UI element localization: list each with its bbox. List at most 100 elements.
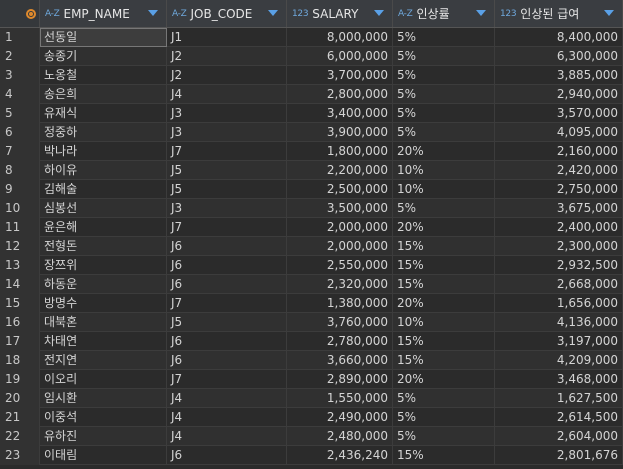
- cell-job-code[interactable]: J5: [167, 180, 287, 199]
- table-row[interactable]: 17 차태연 J6 2,780,000 15% 3,197,000: [0, 332, 623, 351]
- cell-raise-rate[interactable]: 20%: [393, 294, 495, 313]
- table-row[interactable]: 23 이태림 J6 2,436,240 15% 2,801,676: [0, 446, 623, 465]
- cell-raised-salary[interactable]: 2,614,500: [495, 408, 623, 427]
- cell-raised-salary[interactable]: 1,656,000: [495, 294, 623, 313]
- cell-job-code[interactable]: J6: [167, 351, 287, 370]
- cell-raise-rate[interactable]: 20%: [393, 370, 495, 389]
- row-number[interactable]: 16: [0, 313, 40, 332]
- row-number[interactable]: 3: [0, 66, 40, 85]
- cell-raised-salary[interactable]: 3,468,000: [495, 370, 623, 389]
- cell-salary[interactable]: 8,000,000: [287, 28, 393, 47]
- row-number[interactable]: 20: [0, 389, 40, 408]
- table-row[interactable]: 11 윤은해 J7 2,000,000 20% 2,400,000: [0, 218, 623, 237]
- table-row[interactable]: 18 전지연 J6 3,660,000 15% 4,209,000: [0, 351, 623, 370]
- row-number[interactable]: 6: [0, 123, 40, 142]
- cell-job-code[interactable]: J4: [167, 427, 287, 446]
- table-row[interactable]: 20 임시환 J4 1,550,000 5% 1,627,500: [0, 389, 623, 408]
- cell-job-code[interactable]: J7: [167, 294, 287, 313]
- table-row[interactable]: 4 송은희 J4 2,800,000 5% 2,940,000: [0, 85, 623, 104]
- table-row[interactable]: 14 하동운 J6 2,320,000 15% 2,668,000: [0, 275, 623, 294]
- cell-raise-rate[interactable]: 5%: [393, 85, 495, 104]
- cell-raise-rate[interactable]: 5%: [393, 28, 495, 47]
- cell-job-code[interactable]: J6: [167, 275, 287, 294]
- cell-salary[interactable]: 1,800,000: [287, 142, 393, 161]
- column-header-salary[interactable]: 123 SALARY: [287, 0, 393, 27]
- cell-job-code[interactable]: J4: [167, 389, 287, 408]
- table-row[interactable]: 12 전형돈 J6 2,000,000 15% 2,300,000: [0, 237, 623, 256]
- cell-job-code[interactable]: J4: [167, 408, 287, 427]
- cell-salary[interactable]: 1,380,000: [287, 294, 393, 313]
- cell-emp-name[interactable]: 전지연: [40, 351, 167, 370]
- cell-emp-name[interactable]: 방명수: [40, 294, 167, 313]
- sort-filter-icon[interactable]: [476, 10, 486, 16]
- sort-filter-icon[interactable]: [374, 10, 384, 16]
- table-row[interactable]: 22 유하진 J4 2,480,000 5% 2,604,000: [0, 427, 623, 446]
- cell-emp-name[interactable]: 심봉선: [40, 199, 167, 218]
- cell-raise-rate[interactable]: 15%: [393, 237, 495, 256]
- table-row[interactable]: 2 송종기 J2 6,000,000 5% 6,300,000: [0, 47, 623, 66]
- cell-job-code[interactable]: J2: [167, 66, 287, 85]
- sort-filter-icon[interactable]: [268, 10, 278, 16]
- cell-salary[interactable]: 2,000,000: [287, 218, 393, 237]
- cell-salary[interactable]: 6,000,000: [287, 47, 393, 66]
- table-row[interactable]: 16 대북혼 J5 3,760,000 10% 4,136,000: [0, 313, 623, 332]
- sort-filter-icon[interactable]: [604, 10, 614, 16]
- cell-salary[interactable]: 2,780,000: [287, 332, 393, 351]
- cell-raised-salary[interactable]: 6,300,000: [495, 47, 623, 66]
- cell-emp-name[interactable]: 전형돈: [40, 237, 167, 256]
- cell-raise-rate[interactable]: 10%: [393, 180, 495, 199]
- table-row[interactable]: 3 노옹철 J2 3,700,000 5% 3,885,000: [0, 66, 623, 85]
- sort-filter-icon[interactable]: [148, 10, 158, 16]
- cell-job-code[interactable]: J6: [167, 446, 287, 465]
- cell-raise-rate[interactable]: 20%: [393, 218, 495, 237]
- cell-raised-salary[interactable]: 3,885,000: [495, 66, 623, 85]
- cell-raised-salary[interactable]: 2,940,000: [495, 85, 623, 104]
- cell-emp-name[interactable]: 차태연: [40, 332, 167, 351]
- row-number[interactable]: 4: [0, 85, 40, 104]
- cell-raise-rate[interactable]: 15%: [393, 275, 495, 294]
- cell-salary[interactable]: 1,550,000: [287, 389, 393, 408]
- cell-job-code[interactable]: J7: [167, 370, 287, 389]
- row-number[interactable]: 14: [0, 275, 40, 294]
- cell-raised-salary[interactable]: 2,932,500: [495, 256, 623, 275]
- cell-salary[interactable]: 3,700,000: [287, 66, 393, 85]
- cell-raise-rate[interactable]: 5%: [393, 389, 495, 408]
- cell-raise-rate[interactable]: 15%: [393, 332, 495, 351]
- cell-emp-name[interactable]: 선동일: [40, 28, 167, 47]
- cell-job-code[interactable]: J6: [167, 332, 287, 351]
- row-number[interactable]: 7: [0, 142, 40, 161]
- cell-emp-name[interactable]: 하이유: [40, 161, 167, 180]
- cell-raised-salary[interactable]: 8,400,000: [495, 28, 623, 47]
- column-header-emp-name[interactable]: A-Z EMP_NAME: [40, 0, 167, 27]
- cell-salary[interactable]: 2,436,240: [287, 446, 393, 465]
- cell-raised-salary[interactable]: 2,750,000: [495, 180, 623, 199]
- cell-raise-rate[interactable]: 15%: [393, 256, 495, 275]
- cell-raised-salary[interactable]: 4,095,000: [495, 123, 623, 142]
- table-row[interactable]: 9 김해술 J5 2,500,000 10% 2,750,000: [0, 180, 623, 199]
- row-number[interactable]: 5: [0, 104, 40, 123]
- cell-raise-rate[interactable]: 5%: [393, 123, 495, 142]
- table-row[interactable]: 5 유재식 J3 3,400,000 5% 3,570,000: [0, 104, 623, 123]
- row-number[interactable]: 23: [0, 446, 40, 465]
- cell-raised-salary[interactable]: 3,197,000: [495, 332, 623, 351]
- cell-raised-salary[interactable]: 2,300,000: [495, 237, 623, 256]
- table-row[interactable]: 10 심봉선 J3 3,500,000 5% 3,675,000: [0, 199, 623, 218]
- cell-raised-salary[interactable]: 2,400,000: [495, 218, 623, 237]
- cell-raise-rate[interactable]: 15%: [393, 351, 495, 370]
- cell-job-code[interactable]: J4: [167, 85, 287, 104]
- cell-raise-rate[interactable]: 5%: [393, 66, 495, 85]
- row-number[interactable]: 21: [0, 408, 40, 427]
- cell-salary[interactable]: 2,320,000: [287, 275, 393, 294]
- table-row[interactable]: 8 하이유 J5 2,200,000 10% 2,420,000: [0, 161, 623, 180]
- cell-job-code[interactable]: J3: [167, 123, 287, 142]
- cell-raised-salary[interactable]: 2,160,000: [495, 142, 623, 161]
- cell-raise-rate[interactable]: 10%: [393, 161, 495, 180]
- table-row[interactable]: 21 이중석 J4 2,490,000 5% 2,614,500: [0, 408, 623, 427]
- cell-raised-salary[interactable]: 2,420,000: [495, 161, 623, 180]
- cell-salary[interactable]: 2,800,000: [287, 85, 393, 104]
- cell-emp-name[interactable]: 이중석: [40, 408, 167, 427]
- cell-raise-rate[interactable]: 5%: [393, 408, 495, 427]
- table-row[interactable]: 7 박나라 J7 1,800,000 20% 2,160,000: [0, 142, 623, 161]
- cell-emp-name[interactable]: 김해술: [40, 180, 167, 199]
- row-number[interactable]: 18: [0, 351, 40, 370]
